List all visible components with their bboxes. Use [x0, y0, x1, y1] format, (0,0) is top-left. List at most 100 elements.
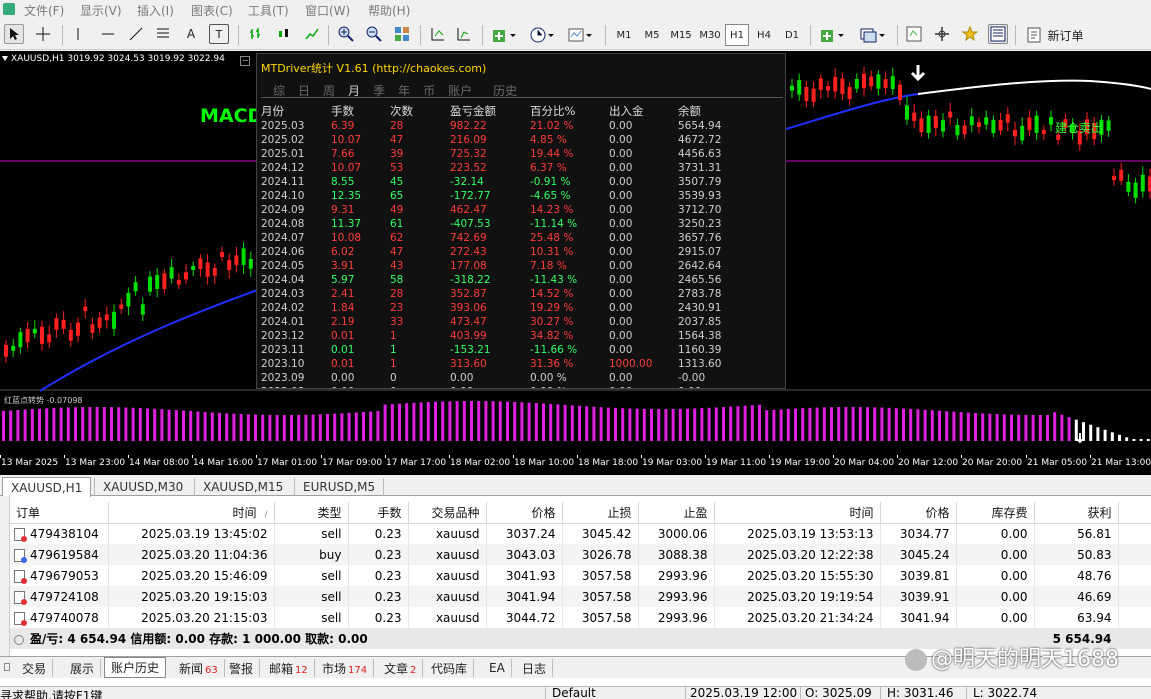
- stats-month: 2023.08: [257, 385, 331, 388]
- templates-icon[interactable]: [564, 24, 598, 46]
- line-chart-icon[interactable]: [302, 24, 322, 44]
- terminal-tab-6[interactable]: 市场 174: [316, 659, 375, 677]
- col-open-time[interactable]: 时间 /: [108, 502, 275, 524]
- new-order-button[interactable]: 新订单: [1022, 24, 1088, 46]
- crosshair-icon[interactable]: [33, 24, 53, 44]
- indicator-bar: [124, 407, 128, 441]
- timeframe-m5[interactable]: M5: [640, 24, 664, 46]
- history-row[interactable]: 479724108 2025.03.20 19:15:03 sell 0.23 xauu…: [10, 586, 1151, 607]
- menu-insert[interactable]: 插入(I): [137, 2, 174, 19]
- data-window-icon[interactable]: [988, 24, 1008, 44]
- expert-advisor-icon[interactable]: [960, 24, 980, 44]
- channel-icon[interactable]: [153, 24, 173, 44]
- stats-pct: 19.29 %: [530, 302, 574, 314]
- col-type[interactable]: 类型: [274, 502, 349, 524]
- trendline-icon[interactable]: [126, 24, 146, 44]
- label-tool-icon[interactable]: T: [209, 24, 229, 44]
- timeframe-m30[interactable]: M30: [697, 24, 723, 46]
- terminal-tab-9[interactable]: EA: [483, 659, 512, 677]
- chart-tab-xauusd-h1[interactable]: XAUUSD,H1: [2, 477, 92, 497]
- menu-view[interactable]: 显示(V): [80, 2, 122, 19]
- history-row[interactable]: 479438104 2025.03.19 13:45:02 sell 0.23 xauu…: [10, 523, 1151, 544]
- vertical-line-icon[interactable]: [68, 24, 88, 44]
- indicator-bar: [909, 408, 913, 441]
- history-row[interactable]: 479679053 2025.03.20 15:46:09 sell 0.23 xauu…: [10, 565, 1151, 586]
- stats-trades: 28: [390, 288, 404, 300]
- col-order[interactable]: 订单: [10, 502, 109, 524]
- terminal-tab-0[interactable]: 交易: [16, 659, 54, 677]
- menu-help[interactable]: 帮助(H): [368, 2, 410, 19]
- indicator-bar: [1139, 439, 1143, 441]
- timeframe-h1[interactable]: H1: [725, 24, 749, 46]
- indicator-bar: [772, 409, 776, 441]
- indicator-bar: [938, 410, 941, 441]
- menu-window[interactable]: 窗口(W): [305, 2, 350, 19]
- zoom-out-icon[interactable]: [364, 24, 384, 44]
- terminal-tab-1[interactable]: 展示: [64, 659, 102, 677]
- autoscroll-icon[interactable]: [454, 24, 474, 44]
- stats-lots: 10.07: [331, 162, 362, 174]
- col-open-price[interactable]: 价格: [486, 502, 563, 524]
- candle-body: [1049, 117, 1053, 125]
- col-trades: 次数: [390, 103, 413, 118]
- indicator-bar: [642, 408, 646, 441]
- bar-chart-icon[interactable]: [246, 24, 266, 44]
- zoom-in-icon[interactable]: [336, 24, 356, 44]
- navigator-icon[interactable]: [904, 24, 924, 44]
- status-help: 寻求帮助,请按F1键: [0, 689, 103, 699]
- terminal-tab-8[interactable]: 代码库: [425, 659, 475, 677]
- chart-tab-eurusd-m5[interactable]: EURUSD,M5: [294, 478, 385, 496]
- text-tool-icon[interactable]: A: [181, 24, 201, 44]
- col-profit[interactable]: 获利: [1034, 502, 1119, 524]
- col-size[interactable]: 手数: [348, 502, 409, 524]
- stats-trades: 1: [390, 344, 397, 356]
- terminal-tab-3[interactable]: 新闻 63: [173, 659, 225, 677]
- cursor-icon[interactable]: [4, 24, 24, 44]
- indicator-bar: [203, 411, 207, 441]
- time-tick: [833, 455, 834, 458]
- stats-row: 2025.02 10.07 47 216.09 4.85 % 0.00 4672.72: [257, 133, 785, 147]
- chart-close-icon[interactable]: −: [240, 56, 250, 66]
- indicator-bar: [1118, 434, 1121, 441]
- order-doc-icon: [14, 527, 27, 542]
- terminal-tab-10[interactable]: 日志: [516, 659, 554, 677]
- menu-tools[interactable]: 工具(T): [248, 2, 289, 19]
- stats-flow: 0.00: [609, 330, 633, 342]
- horizontal-line-icon[interactable]: [98, 24, 118, 44]
- chart-tab-xauusd-m30[interactable]: XAUUSD,M30: [94, 478, 191, 496]
- timeframe-m15[interactable]: M15: [668, 24, 694, 46]
- chart-tab-xauusd-m15[interactable]: XAUUSD,M15: [194, 478, 291, 496]
- indicators-icon[interactable]: [488, 24, 522, 46]
- stats-balance: 3657.76: [678, 232, 722, 244]
- stats-pct: 31.36 %: [530, 358, 574, 370]
- col-close-price[interactable]: 价格: [880, 502, 957, 524]
- indicator-bar: [650, 408, 653, 441]
- col-sl[interactable]: 止损: [562, 502, 639, 524]
- period-clock-icon[interactable]: [526, 24, 560, 46]
- timeframe-h4[interactable]: H4: [752, 24, 776, 46]
- history-row[interactable]: 479619584 2025.03.20 11:04:36 buy 0.23 xauus…: [10, 544, 1151, 565]
- candle-body: [876, 74, 881, 89]
- add-chart-icon[interactable]: [816, 24, 850, 46]
- terminal-tab-5[interactable]: 邮箱 12: [263, 659, 315, 677]
- col-tp[interactable]: 止盈: [638, 502, 715, 524]
- timeframe-d1[interactable]: D1: [780, 24, 804, 46]
- col-close-time[interactable]: 时间: [714, 502, 881, 524]
- indicator-bar: [455, 401, 459, 441]
- candlestick-icon[interactable]: [274, 24, 294, 44]
- col-swap[interactable]: 库存费: [956, 502, 1035, 524]
- tile-windows-icon[interactable]: [392, 24, 412, 44]
- history-row[interactable]: 479740078 2025.03.20 21:15:03 sell 0.23 xauu…: [10, 607, 1151, 628]
- stats-trades: 47: [390, 134, 404, 146]
- terminal-tab-4[interactable]: 警报: [223, 659, 261, 677]
- profiles-icon[interactable]: [856, 24, 890, 46]
- timeframe-m1[interactable]: M1: [612, 24, 636, 46]
- menu-chart[interactable]: 图表(C): [191, 2, 233, 19]
- menu-file[interactable]: 文件(F): [24, 2, 64, 19]
- terminal-tab-2[interactable]: 账户历史: [104, 657, 167, 678]
- move-icon[interactable]: [932, 24, 952, 44]
- stats-row: 2025.01 7.66 39 725.32 19.44 % 0.00 4456.63: [257, 147, 785, 161]
- col-symbol[interactable]: 交易品种: [408, 502, 487, 524]
- chart-shift-icon[interactable]: [428, 24, 448, 44]
- terminal-tab-7[interactable]: 文章 2: [378, 659, 424, 677]
